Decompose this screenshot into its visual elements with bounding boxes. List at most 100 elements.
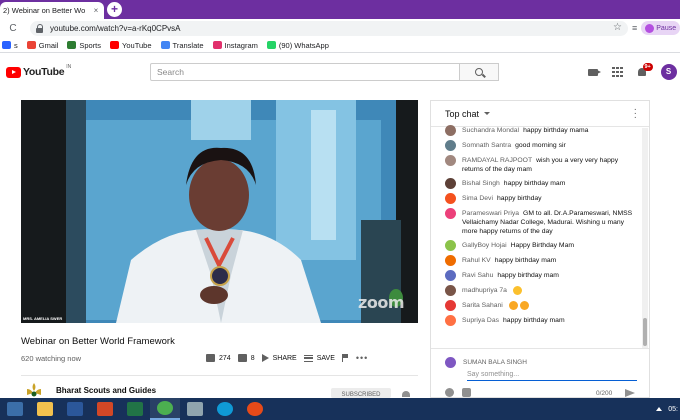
chat-message[interactable]: Sarita Sahani <box>431 298 643 313</box>
taskbar-word[interactable] <box>60 398 90 420</box>
more-actions-button[interactable]: ••• <box>356 353 368 363</box>
taskbar-start[interactable] <box>0 398 30 420</box>
chrome-icon <box>157 401 173 415</box>
share-button[interactable]: SHARE <box>261 354 297 362</box>
chat-menu-icon[interactable]: · · · <box>634 105 637 123</box>
clapping-hands-emoji-icon <box>519 300 529 310</box>
taskbar-chrome[interactable] <box>150 398 180 420</box>
bookmark-item[interactable]: Instagram <box>212 40 258 50</box>
bookmark-item[interactable]: YouTube <box>110 40 152 50</box>
bookmark-item[interactable]: Gmail <box>26 41 58 50</box>
file-explorer-icon <box>37 402 53 416</box>
browser-tab[interactable]: 2) Webinar on Better Wo × <box>0 2 104 19</box>
apps-grid-icon[interactable] <box>612 66 623 78</box>
chat-author: GallyBoy Hojai <box>462 241 507 249</box>
channel-name[interactable]: Bharat Scouts and Guides <box>56 386 156 395</box>
taskbar-powerpoint[interactable] <box>90 398 120 420</box>
channel-bell-icon[interactable] <box>402 391 410 397</box>
logo-text: YouTube <box>23 66 65 78</box>
browser-actions: ≡ Pause <box>632 21 680 35</box>
chat-author: madhupriya 7a <box>462 286 507 294</box>
star-icon[interactable]: ☆ <box>613 22 622 33</box>
flag-icon <box>341 354 349 362</box>
profile-status: Pause <box>656 24 677 32</box>
close-icon[interactable]: × <box>91 6 101 15</box>
chat-message[interactable]: madhupriya 7a <box>431 283 643 298</box>
create-video-icon[interactable] <box>588 68 601 76</box>
chat-message[interactable]: Bishal Singh happy birthday mam <box>431 176 643 191</box>
divider <box>21 375 418 376</box>
bookmark-label: s <box>14 40 18 50</box>
clock[interactable]: 05: <box>668 406 678 413</box>
share-label: SHARE <box>272 354 297 362</box>
search-button[interactable] <box>460 63 499 81</box>
bookmark-label: YouTube <box>122 40 152 50</box>
notification-badge: 9+ <box>642 62 653 71</box>
chat-avatar <box>445 284 456 296</box>
taskbar-recorder[interactable] <box>240 398 270 420</box>
url-text: youtube.com/watch?v=a-rKq0CPvsA <box>50 24 181 33</box>
dislike-button[interactable]: 8 <box>237 354 255 362</box>
composer-user: SUMAN BALA SINGH <box>445 357 527 368</box>
notifications-bell-icon[interactable]: 9+ <box>637 62 653 78</box>
windows-taskbar: 05: <box>0 398 680 420</box>
chat-author: Ravi Sahu <box>462 271 494 279</box>
new-tab-button[interactable]: + <box>107 2 122 17</box>
chat-avatar <box>445 299 456 311</box>
tab-title: 2) Webinar on Better Wo <box>3 6 86 15</box>
taskbar-file-explorer[interactable] <box>30 398 60 420</box>
video-title: Webinar on Better World Framework <box>21 336 175 347</box>
taskbar-excel[interactable] <box>120 398 150 420</box>
char-count: 0/200 <box>596 390 613 397</box>
address-bar[interactable]: youtube.com/watch?v=a-rKq0CPvsA ☆ <box>30 21 628 36</box>
taskbar-edge[interactable] <box>210 398 240 420</box>
chat-message[interactable]: Ravi Sahu happy birthday mam <box>431 268 643 283</box>
super-chat-icon[interactable] <box>462 388 471 397</box>
chat-message[interactable]: Supriya Das happy birthday mam <box>431 313 643 328</box>
save-button[interactable]: SAVE <box>303 354 335 362</box>
taskbar-calculator[interactable] <box>180 398 210 420</box>
bookmark-label: Instagram <box>224 40 258 50</box>
emoji-icon[interactable] <box>445 388 454 397</box>
chat-message[interactable]: GallyBoy Hojai Happy Birthday Mam <box>431 238 643 253</box>
video-frame-image <box>21 100 418 323</box>
bookmark-item[interactable]: s <box>2 41 18 50</box>
subscribed-button[interactable]: SUBSCRIBED <box>331 388 391 398</box>
chat-message[interactable]: Somnath Santra good morning sir <box>431 138 643 153</box>
profile-button[interactable]: Pause <box>641 21 680 35</box>
chat-message[interactable]: Sima Devi happy birthday <box>431 191 643 206</box>
bookmark-item[interactable]: Sports <box>67 41 101 50</box>
chat-message-body: Supriya Das happy birthday mam <box>462 316 565 325</box>
report-button[interactable] <box>341 354 349 362</box>
video-player[interactable]: MRS. AMELIA SWER zoom <box>21 100 418 323</box>
channel-logo[interactable] <box>23 383 45 397</box>
chat-text: Happy Birthday Mam <box>510 241 575 249</box>
system-tray: 05: <box>656 398 680 420</box>
scrollbar-thumb[interactable] <box>643 318 647 346</box>
word-icon <box>67 402 83 416</box>
reload-icon[interactable]: C <box>6 22 20 36</box>
playlist-icon[interactable]: ≡ <box>632 23 637 33</box>
chat-message[interactable]: Rahul KV happy birthday mam <box>431 253 643 268</box>
chat-input[interactable]: Say something... <box>467 369 637 381</box>
chat-scrollbar[interactable] <box>642 128 648 348</box>
chevron-down-icon <box>484 112 491 115</box>
bookmark-item[interactable]: (90) WhatsApp <box>266 41 329 50</box>
zoom-watermark: zoom <box>358 293 404 312</box>
bookmark-item[interactable]: Translate <box>160 41 204 50</box>
chat-text: happy birthday mam <box>494 256 557 264</box>
chat-message[interactable]: RAMDAYAL RAJPOOT wish you a very very hap… <box>431 153 643 176</box>
composer-username: SUMAN BALA SINGH <box>463 359 527 366</box>
like-button[interactable]: 274 <box>206 354 231 362</box>
chat-message[interactable]: Suchandra Mondal happy birthday mama <box>431 123 643 138</box>
youtube-logo[interactable]: YouTube IN <box>6 64 71 78</box>
account-avatar[interactable]: S <box>660 64 677 80</box>
search-input[interactable]: Search <box>150 63 460 81</box>
chat-message[interactable]: Parameswari Priya GM to all. Dr.A.Parames… <box>431 206 643 238</box>
send-icon[interactable] <box>625 389 635 397</box>
chat-text: happy birthday mam <box>503 179 566 187</box>
show-hidden-icons-icon[interactable] <box>656 407 663 411</box>
clapping-hands-emoji-icon <box>508 300 518 310</box>
chat-author: Sima Devi <box>462 194 493 202</box>
like-count: 274 <box>219 354 231 362</box>
